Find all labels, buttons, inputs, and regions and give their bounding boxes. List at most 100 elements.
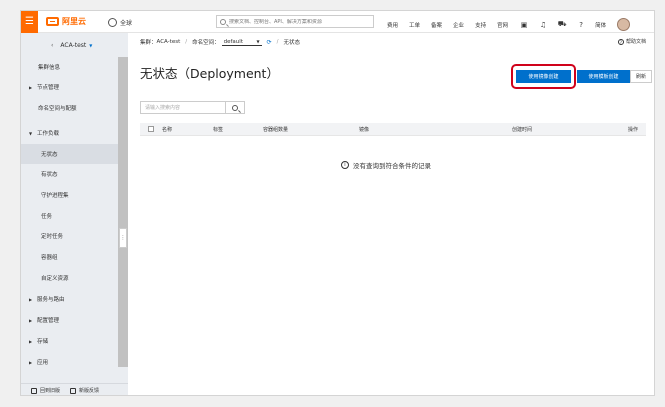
caret-right-icon: ▶ bbox=[29, 359, 33, 365]
avatar[interactable] bbox=[617, 18, 631, 31]
question-icon: ? bbox=[617, 38, 624, 45]
sidebar-item-apps[interactable]: ▶ 应用 bbox=[21, 352, 118, 372]
sidebar-item-jobs[interactable]: 任务 bbox=[21, 206, 118, 226]
namespace-select[interactable]: default ▼ bbox=[221, 38, 262, 46]
colon: ： bbox=[214, 40, 220, 46]
language-switch[interactable]: 简体 bbox=[595, 21, 606, 29]
console-window: ☰ 阿里云 全球 费用 工单 备案 企业 支持 官网 ▣ ♫ ⛟ ? 简体 bbox=[20, 10, 655, 396]
sidebar-item-statefulsets[interactable]: 有状态 bbox=[21, 164, 118, 184]
sidebar-item-cronjobs[interactable]: 定时任务 bbox=[21, 226, 118, 246]
help-icon[interactable]: ? bbox=[576, 20, 586, 30]
caret-right-icon: ▶ bbox=[29, 296, 33, 302]
refresh-button[interactable]: 刷新 bbox=[630, 70, 652, 83]
sidebar-item-label: 工作负载 bbox=[37, 131, 60, 137]
sidebar-item-storage[interactable]: ▶ 存储 bbox=[21, 331, 118, 351]
terminal-icon[interactable]: ▣ bbox=[519, 20, 529, 30]
breadcrumb-cluster[interactable]: ACA-test bbox=[157, 39, 181, 45]
caret-down-icon: ▼ bbox=[256, 39, 260, 44]
nav-support[interactable]: 支持 bbox=[475, 21, 486, 29]
bell-icon[interactable]: ♫ bbox=[538, 20, 548, 30]
sidebar-item-label: 守护进程集 bbox=[41, 193, 69, 199]
collapse-sidebar-icon[interactable]: ⋮ bbox=[119, 228, 127, 248]
namespace-value: default bbox=[223, 38, 243, 45]
sidebar-item-custom-resources[interactable]: 自定义资源 bbox=[21, 268, 118, 288]
nav-icp[interactable]: 备案 bbox=[431, 21, 442, 29]
sidebar-item-label: 有状态 bbox=[41, 172, 58, 178]
sidebar-item-label: 定时任务 bbox=[41, 234, 64, 240]
sidebar-item-services[interactable]: ▶ 服务与路由 bbox=[21, 289, 118, 309]
sidebar-item-label: 节点管理 bbox=[37, 85, 60, 91]
refresh-icon[interactable]: ⟳ bbox=[267, 39, 272, 46]
sidebar-item-label: 配置管理 bbox=[37, 318, 60, 324]
global-search-input[interactable] bbox=[229, 18, 369, 25]
sidebar-item-label: 应用 bbox=[37, 360, 49, 366]
nav-fees[interactable]: 费用 bbox=[387, 21, 398, 29]
caret-right-icon: ▶ bbox=[29, 84, 33, 90]
action-buttons-2: 使用模板创建 刷新 bbox=[577, 70, 652, 83]
breadcrumb-current: 无状态 bbox=[283, 40, 301, 46]
global-search[interactable] bbox=[216, 15, 374, 28]
column-labels: 标签 bbox=[213, 127, 224, 133]
sidebar-item-label: 任务 bbox=[41, 214, 53, 220]
column-pods: 容器组数量 bbox=[263, 127, 289, 133]
sidebar-item-namespaces[interactable]: 命名空间与配额 bbox=[21, 98, 118, 118]
cart-icon[interactable]: ⛟ bbox=[557, 20, 567, 30]
breadcrumb-separator: / bbox=[276, 39, 279, 45]
help-docs-link[interactable]: ? 帮助文档 bbox=[617, 38, 646, 45]
region-selector[interactable]: 全球 bbox=[108, 18, 132, 27]
search-icon bbox=[232, 104, 238, 111]
column-actions: 操作 bbox=[628, 127, 639, 133]
top-bar: ☰ 阿里云 全球 费用 工单 备案 企业 支持 官网 ▣ ♫ ⛟ ? 简体 bbox=[21, 11, 654, 33]
caret-right-icon: ▶ bbox=[29, 317, 33, 323]
chat-icon bbox=[70, 387, 77, 394]
caret-down-icon: ▼ bbox=[89, 42, 93, 48]
return-icon bbox=[31, 387, 37, 394]
empty-state: i 没有查询到符合条件的记录 bbox=[341, 160, 431, 170]
table-header: 名称 标签 容器组数量 镜像 创建时间 操作 bbox=[140, 123, 646, 136]
nav-official-site[interactable]: 官网 bbox=[497, 21, 508, 29]
sidebar-item-label: 集群信息 bbox=[38, 65, 61, 71]
region-label: 全球 bbox=[120, 20, 133, 27]
sidebar-item-deployments[interactable]: 无状态 bbox=[21, 144, 118, 164]
breadcrumb-separator: / bbox=[185, 39, 188, 45]
column-name[interactable]: 名称 bbox=[162, 126, 172, 133]
table-search-button[interactable] bbox=[226, 101, 245, 114]
sidebar-scrollbar[interactable] bbox=[118, 57, 128, 367]
sidebar-item-nodes[interactable]: ▶ 节点管理 bbox=[21, 77, 118, 97]
sidebar-item-label: 存储 bbox=[37, 339, 49, 345]
top-nav: 费用 工单 备案 企业 支持 官网 ▣ ♫ ⛟ ? 简体 bbox=[387, 18, 631, 31]
feedback-label: 新版反馈 bbox=[79, 388, 100, 394]
logo-icon bbox=[46, 17, 59, 26]
page-title: 无状态（Deployment） bbox=[140, 66, 279, 81]
sidebar: ‹ ACA-test ▼ 集群信息 ▶ 节点管理 命名空间与配额 ▼ 工作负载 无状… bbox=[21, 33, 128, 395]
nav-enterprise[interactable]: 企业 bbox=[453, 21, 464, 29]
sidebar-item-config[interactable]: ▶ 配置管理 bbox=[21, 310, 118, 330]
table-search-input[interactable]: 请输入搜索内容 bbox=[140, 101, 226, 114]
sidebar-item-workloads[interactable]: ▼ 工作负载 bbox=[21, 123, 118, 143]
back-label: 回到旧版 bbox=[40, 388, 61, 394]
back-to-old-version-link[interactable]: 回到旧版 bbox=[31, 387, 60, 394]
menu-icon[interactable]: ☰ bbox=[21, 11, 38, 33]
column-image: 镜像 bbox=[359, 127, 370, 133]
aliyun-logo[interactable]: 阿里云 bbox=[46, 16, 86, 27]
annotation-highlight bbox=[511, 64, 576, 89]
chevron-left-icon[interactable]: ‹ bbox=[51, 42, 53, 49]
create-from-template-button[interactable]: 使用模板创建 bbox=[577, 70, 630, 83]
caret-down-icon: ▼ bbox=[29, 130, 33, 136]
sidebar-item-cluster-info[interactable]: 集群信息 bbox=[21, 57, 118, 77]
sidebar-item-daemonsets[interactable]: 守护进程集 bbox=[21, 185, 118, 205]
logo-text: 阿里云 bbox=[62, 17, 86, 26]
help-docs-label: 帮助文档 bbox=[625, 39, 646, 45]
sidebar-footer: 回到旧版 新版反馈 bbox=[21, 383, 128, 395]
breadcrumb: 集群： ACA-test / 命名空间： default ▼ ⟳ / 无状态 bbox=[140, 38, 301, 47]
select-all-checkbox[interactable] bbox=[148, 126, 154, 132]
nav-tickets[interactable]: 工单 bbox=[409, 21, 420, 29]
main-content: 集群： ACA-test / 命名空间： default ▼ ⟳ / 无状态 ? … bbox=[128, 33, 654, 395]
sidebar-item-label: 容器组 bbox=[41, 255, 58, 261]
column-created: 创建时间 bbox=[512, 127, 533, 133]
sidebar-item-pods[interactable]: 容器组 bbox=[21, 247, 118, 267]
sidebar-item-label: 服务与路由 bbox=[37, 297, 65, 303]
breadcrumb-ns-label: 命名空间 bbox=[192, 40, 215, 46]
feedback-link[interactable]: 新版反馈 bbox=[70, 387, 99, 394]
cluster-switcher[interactable]: ‹ ACA-test ▼ bbox=[21, 33, 128, 57]
